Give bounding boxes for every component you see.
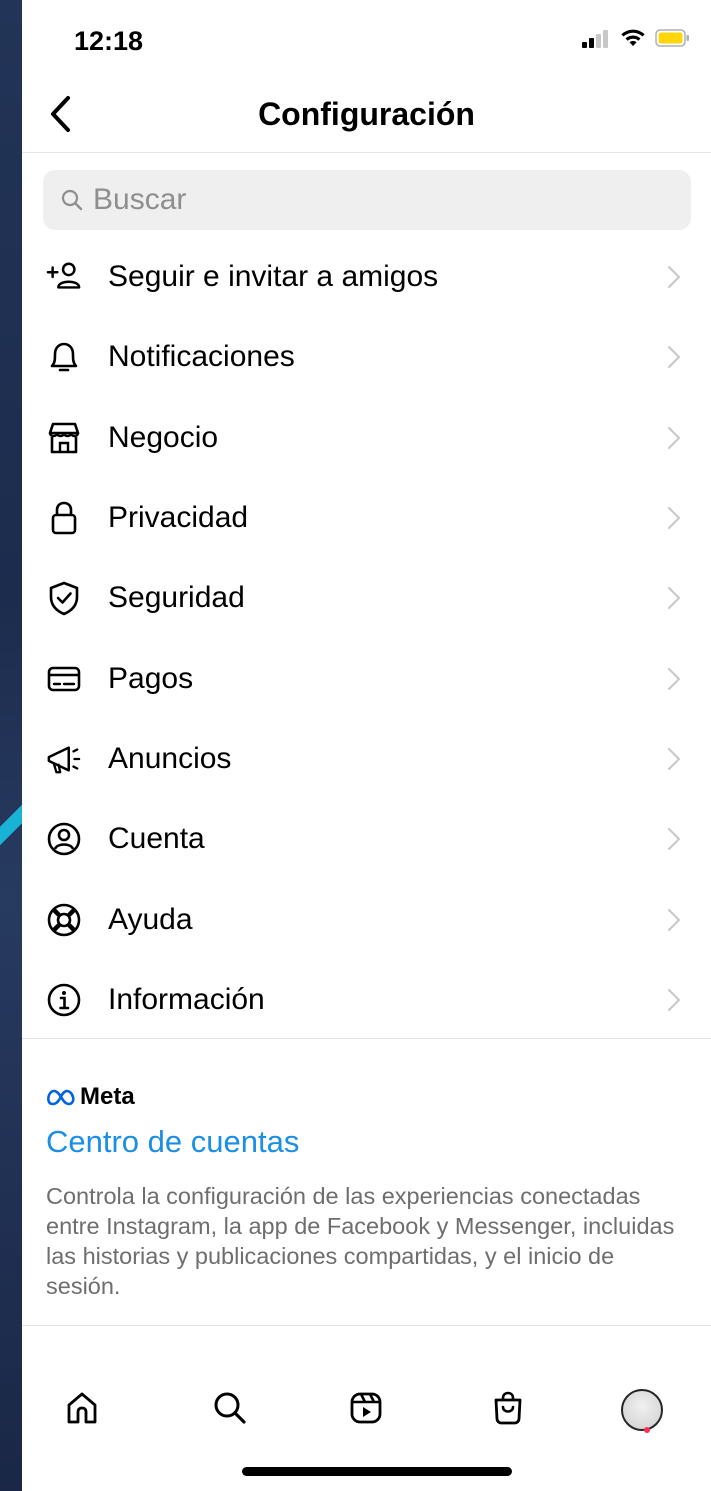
navigation-header: Configuración (22, 80, 711, 153)
menu-item-payments[interactable]: Pagos (22, 638, 711, 718)
tab-shop[interactable] (478, 1380, 538, 1440)
tab-home[interactable] (52, 1380, 112, 1440)
search-bar[interactable] (43, 170, 691, 230)
menu-item-label: Cuenta (108, 822, 205, 856)
section-divider (22, 1038, 711, 1039)
add-person-icon (46, 259, 82, 295)
profile-avatar (621, 1389, 663, 1431)
status-time: 12:18 (74, 26, 144, 56)
chevron-right-icon (667, 665, 683, 693)
menu-item-label: Información (108, 982, 265, 1016)
tab-profile[interactable] (612, 1380, 672, 1440)
chevron-right-icon (667, 343, 683, 371)
page-title: Configuración (258, 96, 475, 132)
chevron-right-icon (667, 263, 683, 291)
account-circle-icon (46, 821, 82, 857)
settings-menu: Seguir e invitar a amigos Notificaciones (22, 237, 711, 1040)
home-indicator (242, 1467, 512, 1476)
menu-item-account[interactable]: Cuenta (22, 799, 711, 879)
bell-icon (46, 339, 82, 375)
reels-icon (349, 1391, 383, 1430)
info-icon (46, 982, 82, 1018)
lock-icon (46, 500, 82, 536)
search-input[interactable] (93, 183, 653, 217)
battery-icon (655, 28, 691, 53)
notification-dot (644, 1427, 650, 1433)
home-icon (65, 1391, 99, 1430)
menu-item-label: Notificaciones (108, 340, 295, 374)
menu-item-business[interactable]: Negocio (22, 398, 711, 478)
chevron-right-icon (667, 745, 683, 773)
chevron-right-icon (667, 504, 683, 532)
menu-item-information[interactable]: Información (22, 960, 711, 1040)
lifebuoy-icon (46, 902, 82, 938)
tab-reels[interactable] (336, 1380, 396, 1440)
menu-item-follow-invite[interactable]: Seguir e invitar a amigos (22, 237, 711, 317)
chevron-right-icon (667, 424, 683, 452)
wifi-icon (619, 28, 647, 53)
background-photo (0, 0, 22, 1491)
search-icon (213, 1391, 247, 1430)
chevron-right-icon (667, 906, 683, 934)
background-accent-shape (0, 790, 22, 860)
signal-icon (581, 28, 611, 53)
phone-screen: 12:18 Configuración Buscar Seguir e invi… (22, 0, 711, 1491)
menu-item-security[interactable]: Seguridad (22, 558, 711, 638)
search-icon (61, 189, 83, 211)
menu-item-label: Anuncios (108, 741, 232, 775)
tab-search[interactable] (200, 1380, 260, 1440)
megaphone-icon (46, 741, 82, 777)
shop-bag-icon (491, 1391, 525, 1430)
accounts-center-link[interactable]: Centro de cuentas (46, 1124, 299, 1160)
section-divider (22, 1325, 711, 1326)
meta-logo: Meta (46, 1083, 135, 1111)
menu-item-notifications[interactable]: Notificaciones (22, 317, 711, 397)
meta-logo-text: Meta (80, 1083, 135, 1110)
meta-infinity-icon (47, 1089, 75, 1106)
menu-item-label: Ayuda (108, 902, 193, 936)
menu-item-privacy[interactable]: Privacidad (22, 478, 711, 558)
menu-item-label: Seguridad (108, 581, 245, 615)
storefront-icon (46, 420, 82, 456)
status-icons (581, 28, 691, 53)
credit-card-icon (46, 661, 82, 697)
menu-item-ads[interactable]: Anuncios (22, 719, 711, 799)
menu-item-help[interactable]: Ayuda (22, 879, 711, 959)
chevron-right-icon (667, 986, 683, 1014)
chevron-right-icon (667, 825, 683, 853)
menu-item-label: Seguir e invitar a amigos (108, 260, 439, 294)
chevron-right-icon (667, 584, 683, 612)
menu-item-label: Negocio (108, 420, 219, 454)
menu-item-label: Pagos (108, 661, 194, 695)
shield-check-icon (46, 580, 82, 616)
accounts-center-description: Controla la configuración de las experie… (46, 1183, 675, 1299)
menu-item-label: Privacidad (108, 501, 249, 535)
status-bar: 12:18 (22, 0, 711, 80)
